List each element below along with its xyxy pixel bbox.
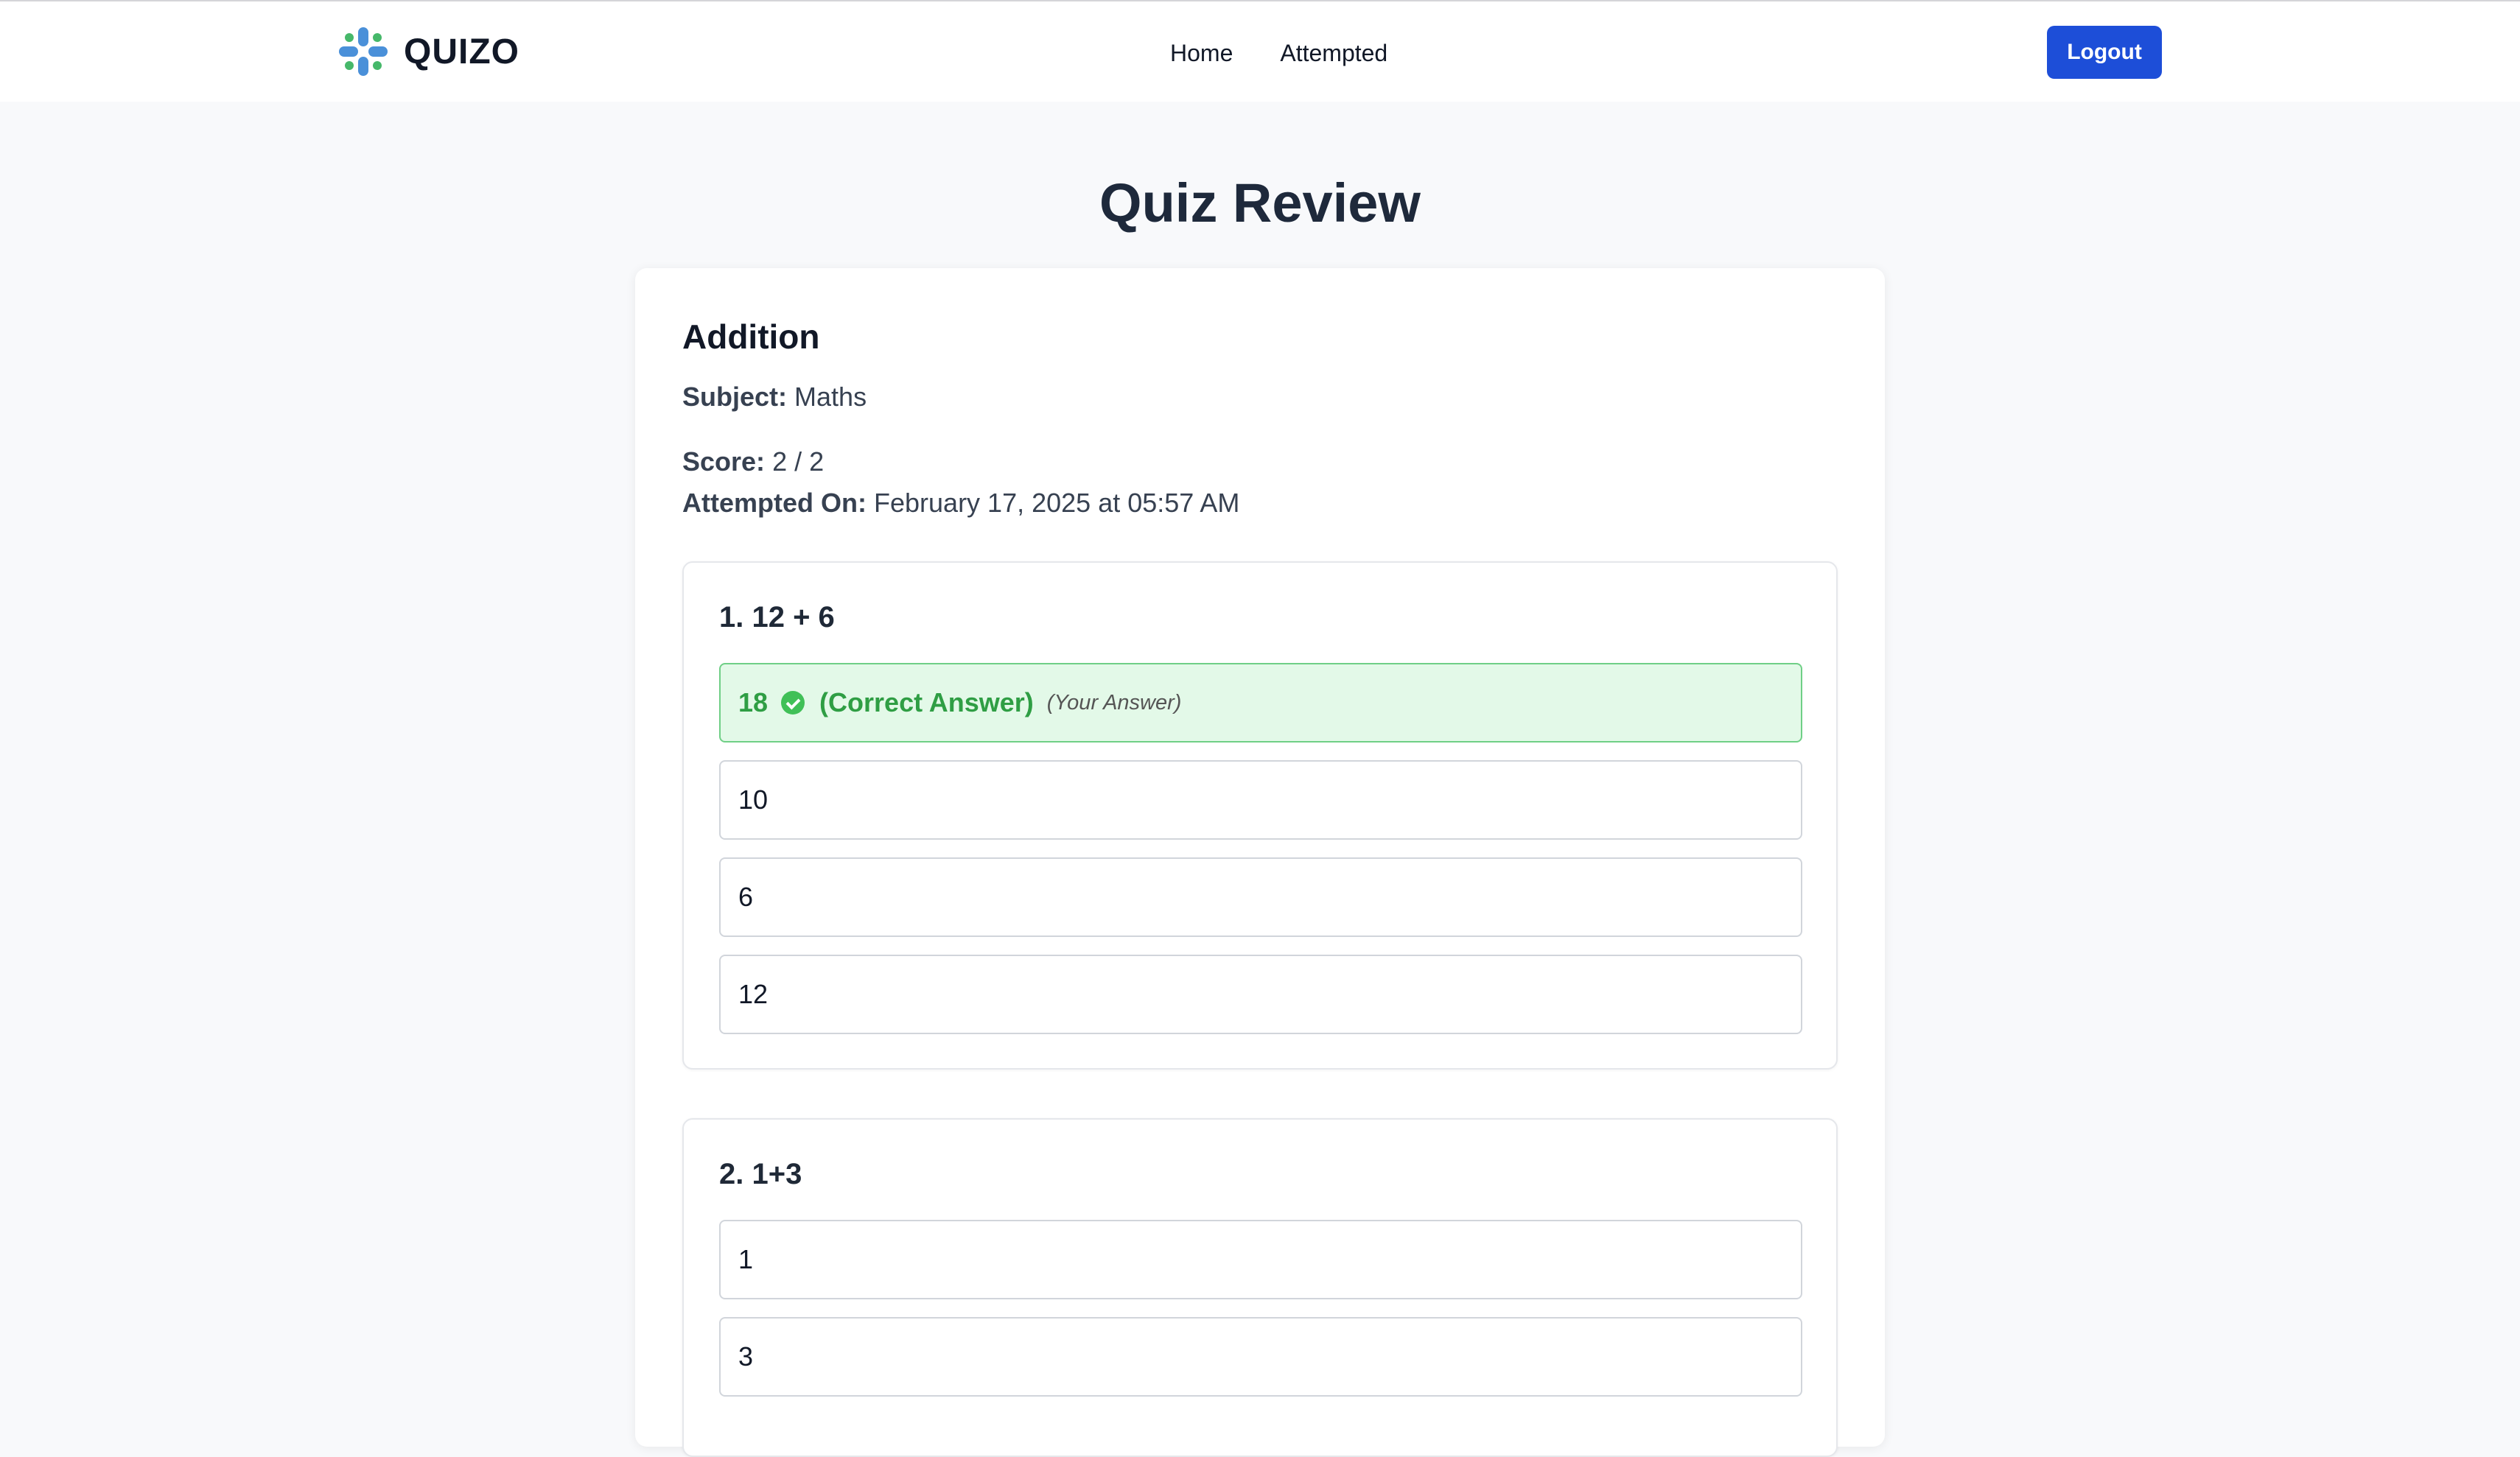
score-label: Score: (682, 446, 766, 477)
option-text: 3 (738, 1341, 754, 1372)
answer-option: 12 (719, 955, 1802, 1034)
logout-button[interactable]: Logout (2047, 26, 2162, 79)
correct-answer-label: (Correct Answer) (819, 687, 1034, 717)
quiz-attempted-on: Attempted On: February 17, 2025 at 05:57… (682, 488, 1239, 519)
attempted-value: February 17, 2025 at 05:57 AM (874, 488, 1240, 518)
brand-name: QUIZO (404, 32, 519, 71)
answer-option-correct: 18 (Correct Answer) (Your Answer) (719, 663, 1802, 742)
question-card: 2. 1+3 1 3 (682, 1118, 1838, 1457)
answer-option: 6 (719, 857, 1802, 937)
attempted-label: Attempted On: (682, 488, 867, 518)
nav-attempted-link[interactable]: Attempted (1280, 35, 1387, 71)
brand[interactable]: QUIZO (339, 27, 519, 76)
quizo-logo-icon (339, 27, 388, 76)
quiz-score: Score: 2 / 2 (682, 446, 824, 477)
your-answer-label: (Your Answer) (1046, 690, 1182, 715)
score-value: 2 / 2 (772, 446, 825, 477)
answer-option: 10 (719, 760, 1802, 840)
quiz-review-card: Addition Subject: Maths Score: 2 / 2 Att… (635, 268, 1885, 1457)
option-text: 18 (738, 687, 769, 717)
top-navbar: QUIZO Home Attempted Logout (0, 1, 2520, 102)
option-text: 6 (738, 882, 754, 912)
quiz-subject: Subject: Maths (682, 382, 867, 412)
answer-option: 1 (719, 1220, 1802, 1299)
option-text: 10 (738, 784, 769, 815)
subject-value: Maths (794, 382, 867, 412)
main-nav: Home Attempted (1170, 35, 1387, 71)
quiz-title: Addition (682, 317, 820, 356)
subject-label: Subject: (682, 382, 788, 412)
question-title: 2. 1+3 (719, 1158, 802, 1190)
check-circle-icon (781, 691, 805, 715)
option-text: 12 (738, 979, 769, 1009)
question-card: 1. 12 + 6 18 (Correct Answer) (Your Answ… (682, 561, 1838, 1070)
answer-option: 3 (719, 1317, 1802, 1397)
page-title: Quiz Review (1099, 172, 1421, 234)
question-title: 1. 12 + 6 (719, 601, 835, 633)
option-text: 1 (738, 1244, 754, 1274)
nav-home-link[interactable]: Home (1170, 35, 1233, 71)
